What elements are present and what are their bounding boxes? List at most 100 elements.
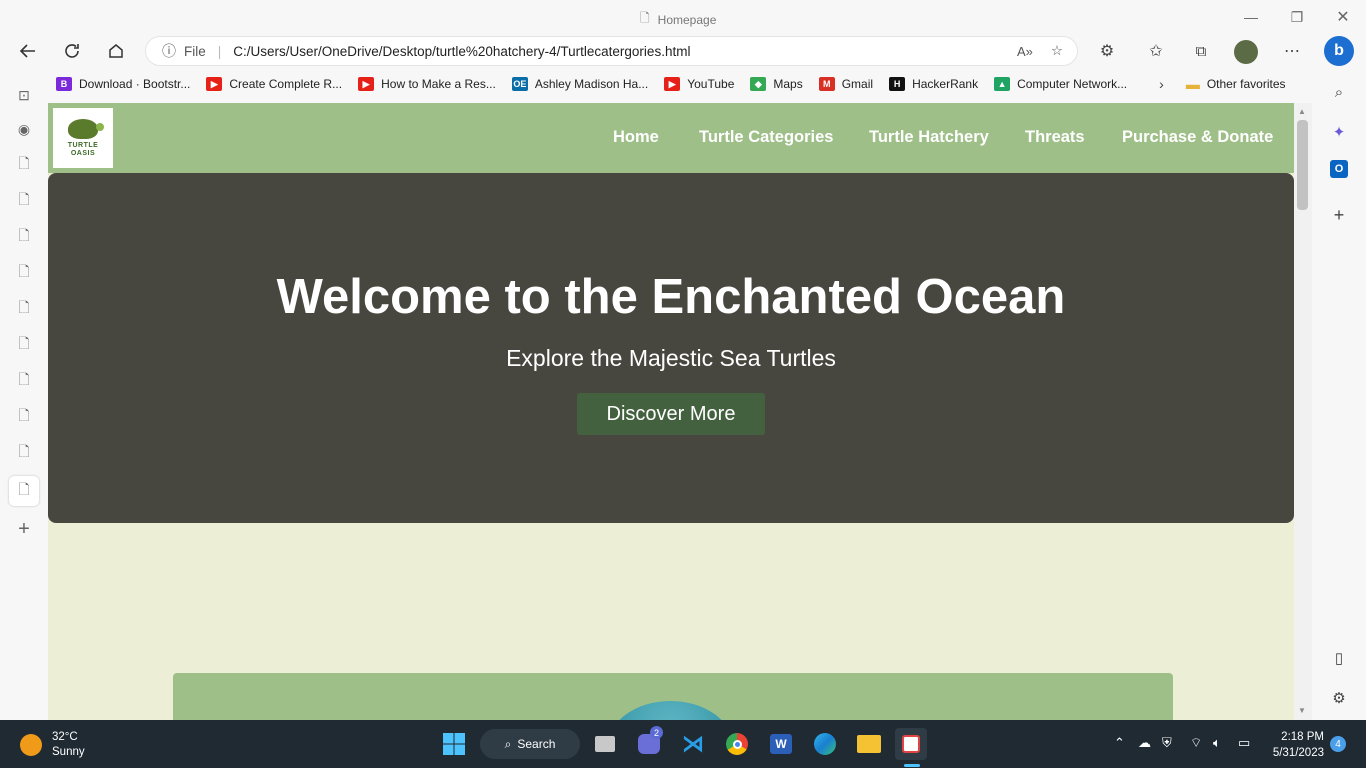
document-tab-icon[interactable]: 🗋 xyxy=(12,333,36,357)
bookmark-label: Ashley Madison Ha... xyxy=(534,77,649,91)
bookmark-favicon-icon: ◆ xyxy=(750,77,767,91)
document-tab-icon[interactable]: 🗋 xyxy=(12,153,36,177)
nav-link-turtle-categories[interactable]: Turtle Categories xyxy=(699,128,833,147)
protocol-label: File xyxy=(184,43,206,59)
collections-icon[interactable]: ⧉ xyxy=(1186,36,1216,66)
nav-link-home[interactable]: Home xyxy=(613,128,659,147)
site-logo[interactable]: TURTLE OASIS xyxy=(53,108,113,168)
web-page: TURTLE OASIS Home Turtle Categories Turtl… xyxy=(48,103,1294,720)
bookmark-favicon-icon: B xyxy=(56,77,72,91)
task-view-button[interactable] xyxy=(589,728,621,760)
document-tab-icon[interactable]: 🗋 xyxy=(12,405,36,429)
back-arrow-icon xyxy=(19,44,35,58)
extensions-icon[interactable]: ⚙ xyxy=(1092,36,1122,66)
word-button[interactable]: W xyxy=(765,728,797,760)
scrollbar-thumb[interactable] xyxy=(1297,120,1308,210)
nav-link-threats[interactable]: Threats xyxy=(1025,128,1085,147)
weather-widget[interactable]: 32°C Sunny xyxy=(20,730,85,760)
scroll-down-icon[interactable]: ▼ xyxy=(1298,706,1306,715)
document-tab-icon[interactable]: 🗋 xyxy=(12,369,36,393)
bookmark-item[interactable]: M Gmail xyxy=(811,77,881,91)
minimize-button[interactable]: — xyxy=(1236,6,1266,28)
bookmark-label: Maps xyxy=(773,77,803,91)
home-button[interactable] xyxy=(101,36,131,66)
start-button[interactable] xyxy=(438,728,470,760)
security-shield-icon[interactable]: ⛨ xyxy=(1162,735,1172,751)
refresh-button[interactable] xyxy=(57,36,87,66)
hero-section: Welcome to the Enchanted Ocean Explore t… xyxy=(48,173,1294,523)
edge-button[interactable] xyxy=(809,728,841,760)
chrome-button[interactable] xyxy=(721,728,753,760)
battery-icon[interactable]: ▭ xyxy=(1238,735,1250,751)
info-icon[interactable]: ⓘ xyxy=(162,41,176,61)
new-tab-icon[interactable]: + xyxy=(12,517,36,541)
scroll-up-icon[interactable]: ▲ xyxy=(1298,107,1306,116)
onedrive-icon[interactable]: ☁ xyxy=(1138,735,1151,751)
site-navbar: TURTLE OASIS Home Turtle Categories Turtl… xyxy=(48,103,1294,173)
teams-chat-button[interactable]: 2 xyxy=(633,726,665,760)
edge-icon xyxy=(814,733,836,755)
taskbar-search[interactable]: ⌕ Search xyxy=(480,729,580,759)
bookmark-item[interactable]: ◆ Maps xyxy=(742,77,810,91)
hero-title: Welcome to the Enchanted Ocean xyxy=(276,270,1066,324)
bookmark-item[interactable]: ▶ YouTube xyxy=(656,77,742,91)
back-button[interactable] xyxy=(13,36,43,66)
add-favorite-icon[interactable]: ☆ xyxy=(1051,43,1063,59)
wifi-icon[interactable]: ⌔ xyxy=(1190,735,1202,751)
settings-gear-icon[interactable]: ⚙ xyxy=(1327,686,1351,710)
bookmark-favicon-icon: ▶ xyxy=(664,77,681,91)
other-favorites[interactable]: ▬ Other favorites xyxy=(1178,76,1294,92)
page-scrollbar[interactable]: ▲ ▼ xyxy=(1294,103,1312,720)
address-bar[interactable]: ⓘ File | C:/Users/User/OneDrive/Desktop/… xyxy=(145,36,1078,66)
bookmark-label: How to Make a Res... xyxy=(381,77,496,91)
task-view-icon xyxy=(595,736,615,752)
bookmark-item[interactable]: OE Ashley Madison Ha... xyxy=(504,77,656,91)
vscode-button[interactable]: ⋊ xyxy=(677,728,709,760)
github-tab-icon[interactable]: ◉ xyxy=(12,117,36,141)
system-clock[interactable]: 2:18 PM 5/31/2023 xyxy=(1268,729,1324,761)
bookmark-item[interactable]: ▶ Create Complete R... xyxy=(198,77,350,91)
close-button[interactable]: ✕ xyxy=(1328,6,1358,28)
url-text[interactable]: C:/Users/User/OneDrive/Desktop/turtle%20… xyxy=(233,44,690,59)
volume-icon[interactable]: 🔈︎ xyxy=(1213,735,1221,751)
document-tab-icon[interactable]: 🗋 xyxy=(12,297,36,321)
notification-badge[interactable]: 4 xyxy=(1330,736,1346,752)
search-icon: ⌕ xyxy=(504,736,512,751)
bing-copilot-icon[interactable]: b xyxy=(1324,36,1354,66)
snipping-tool-button[interactable] xyxy=(895,728,927,760)
bookmark-item[interactable]: B Download · Bootstr... xyxy=(48,77,198,91)
document-tab-icon[interactable]: 🗋 xyxy=(12,225,36,249)
nav-link-purchase-donate[interactable]: Purchase & Donate xyxy=(1122,128,1273,147)
add-sidebar-app-icon[interactable]: + xyxy=(1327,203,1351,227)
favorites-icon[interactable]: ✩ xyxy=(1141,36,1171,66)
nav-link-turtle-hatchery[interactable]: Turtle Hatchery xyxy=(869,128,989,147)
bookmark-item[interactable]: H HackerRank xyxy=(881,77,986,91)
restore-button[interactable]: ❐ xyxy=(1282,6,1312,28)
windows-taskbar: 32°C Sunny ⌕ Search 2 ⋊ W ⌃ ☁ ⛨ ⌔ 🔈︎ ▭ 2… xyxy=(0,720,1366,768)
file-explorer-button[interactable] xyxy=(853,728,885,760)
discover-more-button[interactable]: Discover More xyxy=(577,393,765,435)
address-divider: | xyxy=(217,43,222,59)
bookmark-label: Create Complete R... xyxy=(229,77,343,91)
active-tab-icon[interactable]: 🗋 xyxy=(9,476,39,506)
bookmark-favicon-icon: ▶ xyxy=(358,77,375,91)
read-aloud-icon[interactable]: A» xyxy=(1017,44,1033,59)
outlook-icon[interactable]: O xyxy=(1330,160,1348,178)
chat-badge: 2 xyxy=(650,726,663,739)
bookmark-item[interactable]: ▲ Computer Network... xyxy=(986,77,1135,91)
hero-subtitle: Explore the Majestic Sea Turtles xyxy=(506,345,836,371)
document-tab-icon[interactable]: 🗋 xyxy=(12,189,36,213)
document-tab-icon[interactable]: 🗋 xyxy=(12,441,36,465)
profile-avatar[interactable] xyxy=(1234,40,1258,64)
hide-sidebar-icon[interactable]: ▯ xyxy=(1327,646,1351,670)
chevron-right-icon[interactable]: › xyxy=(1159,76,1164,92)
active-app-indicator xyxy=(904,764,920,767)
search-icon[interactable]: ⌕ xyxy=(1327,80,1351,104)
bookmark-item[interactable]: ▶ How to Make a Res... xyxy=(350,77,504,91)
copilot-icon[interactable]: ✦ xyxy=(1327,120,1351,144)
more-menu-icon[interactable]: ⋯ xyxy=(1277,36,1307,66)
document-tab-icon[interactable]: 🗋 xyxy=(12,261,36,285)
sun-icon xyxy=(20,734,42,756)
tab-actions-icon[interactable]: ⊡ xyxy=(12,83,36,107)
chevron-up-icon[interactable]: ⌃ xyxy=(1114,735,1125,751)
